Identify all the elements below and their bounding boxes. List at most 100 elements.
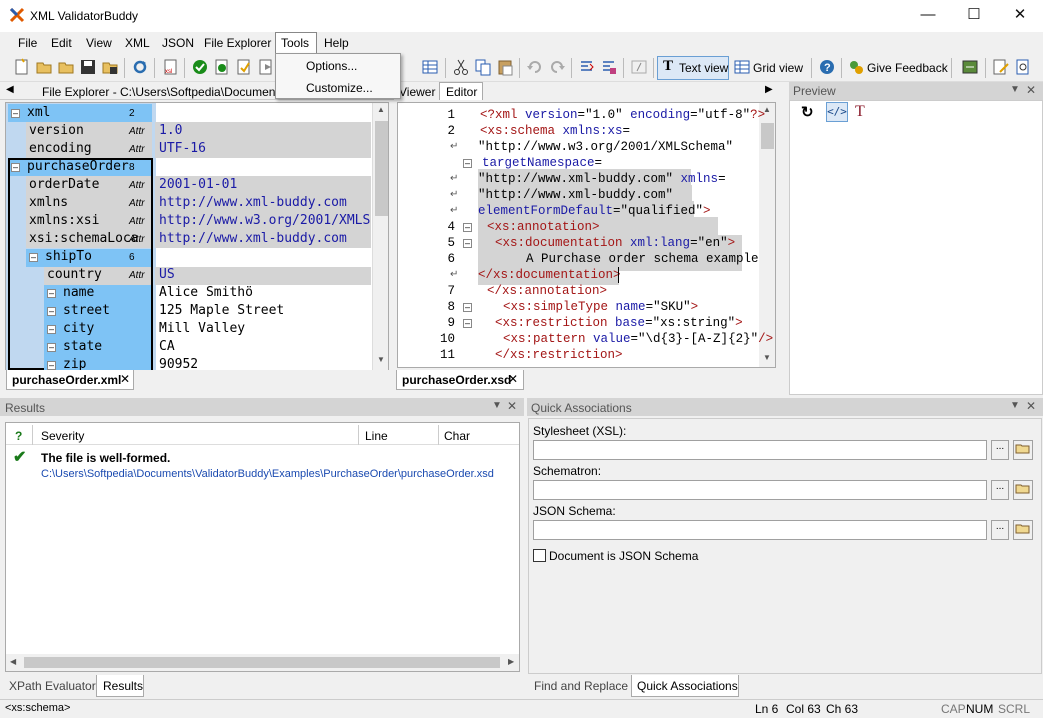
grid-scrollbar[interactable]: ▲ ▼ <box>372 103 388 371</box>
column-status[interactable]: ? <box>15 429 22 443</box>
panel-menu-icon[interactable]: ▼ <box>1010 84 1020 95</box>
menu-edit[interactable]: Edit <box>51 36 72 50</box>
panel-menu-icon[interactable]: ▼ <box>1010 400 1020 411</box>
json-schema-open-button[interactable] <box>1013 520 1033 540</box>
json-schema-checkbox-label[interactable]: Document is JSON Schema <box>549 549 698 563</box>
code-view-icon[interactable]: </> <box>826 102 848 122</box>
tab-find-replace[interactable]: Find and Replace <box>534 679 628 693</box>
replace-icon[interactable] <box>600 58 618 76</box>
menu-tools[interactable]: Tools <box>281 36 309 50</box>
tree-row[interactable]: – zip <box>44 357 151 370</box>
panel-close-icon[interactable]: ✕ <box>507 399 517 413</box>
menu-view[interactable]: View <box>86 36 112 50</box>
grid-view-button[interactable]: Grid view <box>753 61 803 75</box>
results-hscrollbar[interactable]: ◀ ▶ <box>6 654 519 671</box>
text-preview-icon[interactable]: T <box>855 103 865 121</box>
element-value[interactable]: 125 Maple Street <box>159 303 284 321</box>
fold-icon[interactable]: – <box>463 159 472 168</box>
tab-results[interactable]: Results <box>103 679 143 693</box>
save-icon[interactable] <box>79 58 97 76</box>
json-schema-input[interactable] <box>533 520 987 540</box>
panel-close-icon[interactable]: ✕ <box>1026 83 1036 97</box>
run-icon[interactable] <box>257 58 275 76</box>
tree-row[interactable] <box>44 285 151 303</box>
file-explorer-tab[interactable]: File Explorer - C:\Users\Softpedia\Docum… <box>42 85 285 99</box>
attr-value[interactable]: 1.0 <box>159 123 182 141</box>
element-value[interactable]: CA <box>159 339 175 357</box>
panel-close-icon[interactable]: ✕ <box>1026 399 1036 413</box>
schematron-open-button[interactable] <box>1013 480 1033 500</box>
viewer-tab[interactable]: Viewer <box>399 85 435 99</box>
attr-value[interactable]: http://www.w3.org/2001/XMLSch <box>159 213 371 230</box>
tab-xpath-evaluator[interactable]: XPath Evaluator <box>9 679 96 693</box>
menu-help[interactable]: Help <box>324 36 349 50</box>
scroll-right-icon[interactable]: ▶ <box>508 657 514 666</box>
xml-tool-icon[interactable] <box>961 58 979 76</box>
save-all-icon[interactable] <box>101 58 119 76</box>
validate-icon[interactable] <box>213 58 231 76</box>
column-char[interactable]: Char <box>444 429 470 443</box>
collapse-icon[interactable]: – <box>47 289 56 298</box>
json-schema-checkbox[interactable] <box>533 549 546 562</box>
check-well-formed-icon[interactable] <box>191 58 209 76</box>
fold-icon[interactable]: – <box>463 223 472 232</box>
attr-value[interactable]: UTF-16 <box>159 141 206 159</box>
collapse-icon[interactable]: – <box>29 253 38 262</box>
xsl-transform-icon[interactable]: xsl <box>162 58 180 76</box>
result-file-path[interactable]: C:\Users\Softpedia\Documents\ValidatorBu… <box>41 468 494 480</box>
result-message[interactable]: The file is well-formed. <box>41 451 170 465</box>
grid-view-icon[interactable] <box>733 58 751 76</box>
fold-icon[interactable]: – <box>463 239 472 248</box>
panel-menu-icon[interactable]: ▼ <box>492 400 502 411</box>
edit-document-icon[interactable] <box>992 58 1010 76</box>
editor-tab[interactable]: Editor <box>446 85 477 99</box>
collapse-icon[interactable]: – <box>11 109 20 118</box>
stylesheet-open-button[interactable] <box>1013 440 1033 460</box>
tree-row[interactable] <box>44 321 151 339</box>
scrollbar-thumb[interactable] <box>761 123 774 149</box>
scroll-down-icon[interactable]: ▼ <box>763 353 771 362</box>
cut-icon[interactable] <box>452 58 470 76</box>
fold-icon[interactable]: – <box>463 303 472 312</box>
scroll-up-icon[interactable]: ▲ <box>377 105 385 114</box>
give-feedback-button[interactable]: Give Feedback <box>867 61 948 75</box>
menu-file[interactable]: File <box>18 36 37 50</box>
column-line[interactable]: Line <box>365 429 388 443</box>
find-icon[interactable] <box>578 58 596 76</box>
print-preview-icon[interactable] <box>1014 58 1032 76</box>
schematron-input[interactable] <box>533 480 987 500</box>
scrollbar-thumb[interactable] <box>375 121 388 216</box>
scroll-down-icon[interactable]: ▼ <box>377 355 385 364</box>
refresh-preview-icon[interactable]: ↻ <box>801 103 814 121</box>
undo-icon[interactable] <box>526 58 544 76</box>
scrollbar-thumb[interactable] <box>24 657 500 668</box>
collapse-icon[interactable]: – <box>47 361 56 370</box>
collapse-icon[interactable]: – <box>47 307 56 316</box>
element-value[interactable]: Mill Valley <box>159 321 245 339</box>
help-icon[interactable]: ? <box>818 58 836 76</box>
scroll-left-icon[interactable]: ◀ <box>10 657 16 666</box>
close-button[interactable]: ✕ <box>997 0 1043 32</box>
close-tab-icon[interactable]: ✕ <box>120 372 130 386</box>
menu-file-explorer[interactable]: File Explorer <box>204 36 271 50</box>
attr-value[interactable]: US <box>159 267 175 285</box>
collapse-icon[interactable]: – <box>47 343 56 352</box>
batch-validate-icon[interactable] <box>235 58 253 76</box>
schematron-browse-button[interactable]: ... <box>991 480 1009 500</box>
attr-value[interactable]: http://www.xml-buddy.com <box>159 231 347 249</box>
copy-icon[interactable] <box>474 58 492 76</box>
fold-icon[interactable]: – <box>463 319 472 328</box>
editor-scrollbar[interactable]: ▲ ▼ <box>759 103 775 367</box>
stylesheet-browse-button[interactable]: ... <box>991 440 1009 460</box>
redo-icon[interactable] <box>548 58 566 76</box>
stylesheet-input[interactable] <box>533 440 987 460</box>
table-icon[interactable] <box>421 58 439 76</box>
refresh-icon[interactable] <box>131 58 149 76</box>
menu-xml[interactable]: XML <box>125 36 150 50</box>
new-file-icon[interactable] <box>13 58 31 76</box>
feedback-icon[interactable] <box>847 58 865 76</box>
menu-item-options[interactable]: Options... <box>306 59 357 73</box>
open-recent-icon[interactable] <box>35 58 53 76</box>
maximize-button[interactable]: ☐ <box>951 0 997 32</box>
scroll-right-icon[interactable]: ▶ <box>765 84 773 95</box>
